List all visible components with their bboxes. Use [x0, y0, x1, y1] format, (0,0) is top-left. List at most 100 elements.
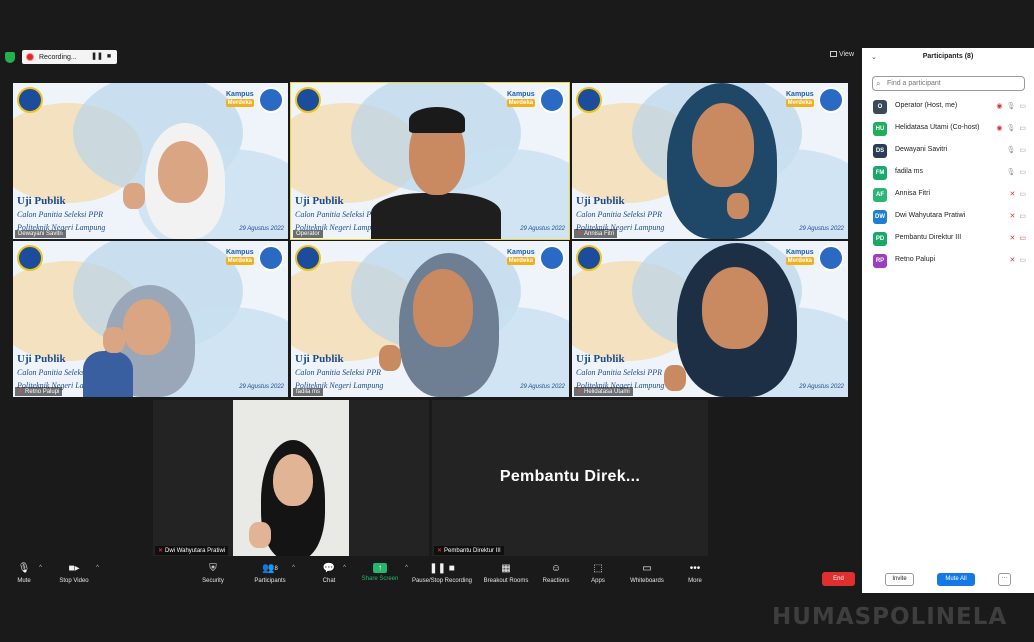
microphone-icon: 🎙: [1006, 125, 1016, 132]
recording-label: Recording...: [39, 53, 77, 61]
participant-name: Helidatasa Utami (Co-host): [895, 124, 980, 131]
mute-all-button[interactable]: Mute All: [937, 573, 975, 586]
participant-name-tag: ✕ Retno Palupi: [15, 387, 63, 396]
shield-icon[interactable]: [5, 52, 15, 63]
participant-row[interactable]: RP Retno Palupi ✕ ▭: [862, 250, 1034, 272]
video-tile[interactable]: Kampus Merdeka Uji Publik Calon Panitia S…: [291, 241, 569, 397]
shield-icon: ⛨: [209, 563, 217, 574]
backdrop-title: Uji Publik: [576, 353, 625, 365]
microphone-icon: 🎙: [17, 563, 31, 574]
avatar: RP: [873, 254, 887, 268]
apps-button[interactable]: ⬚ Apps: [589, 563, 607, 584]
video-camera-icon: ▭: [1019, 103, 1026, 110]
participant-list: O Operator (Host, me) ◉ 🎙 ▭ HU Helidatasa …: [862, 96, 1034, 272]
microphone-icon: 🎙: [1006, 147, 1016, 154]
tut-wuri-logo: [818, 245, 844, 271]
video-tile[interactable]: ✕ Dwi Wahyutara Pratiwi: [153, 400, 429, 556]
backdrop-title: Uji Publik: [295, 353, 344, 365]
pause-stop-recording-button[interactable]: ❚❚ ■ Pause/Stop Recording: [410, 563, 474, 584]
participant-row[interactable]: AF Annisa Fitri ✕ ▭: [862, 184, 1034, 206]
avatar: O: [873, 100, 887, 114]
grid-icon: ▦: [501, 563, 511, 574]
video-tile-active-speaker[interactable]: Kampus Merdeka Uji Publik Calon Panitia S…: [290, 82, 570, 240]
breakout-rooms-button[interactable]: ▦ Breakout Rooms: [482, 563, 530, 584]
tut-wuri-logo: [258, 87, 284, 113]
backdrop-date: 29 Agustus 2022: [520, 384, 565, 390]
video-camera-icon: ▭: [1019, 125, 1026, 132]
participant-name: Operator (Host, me): [895, 102, 958, 109]
backdrop-subtitle: Calon Panitia Seleksi PPR: [576, 368, 662, 377]
polinela-logo: [17, 245, 43, 271]
more-button[interactable]: ••• More: [686, 563, 704, 584]
video-tile[interactable]: Kampus Merdeka Uji Publik Calon Panitia S…: [572, 241, 848, 397]
security-button[interactable]: ⛨ Security: [200, 563, 226, 584]
record-dot-icon: [26, 53, 34, 61]
participant-name-tag: ✕ Helidatasa Utami: [574, 387, 633, 396]
polinela-logo: [295, 245, 321, 271]
video-camera-icon: ▭: [1019, 257, 1026, 264]
chevron-up-icon: ^: [39, 565, 42, 571]
participant-row[interactable]: DS Dewayani Savitri 🎙 ▭: [862, 140, 1034, 162]
participant-row[interactable]: FM fadila ms 🎙 ▭: [862, 162, 1034, 184]
video-tile[interactable]: Kampus Merdeka Uji Publik Calon Panitia S…: [572, 83, 848, 239]
search-icon: ⌕: [876, 79, 881, 88]
whiteboards-button[interactable]: ▭ Whiteboards: [628, 563, 666, 584]
microphone-icon: 🎙: [1006, 169, 1016, 176]
participant-row[interactable]: O Operator (Host, me) ◉ 🎙 ▭: [862, 96, 1034, 118]
participant-row[interactable]: PD Pembantu Direktur III ✕ ▭: [862, 228, 1034, 250]
video-camera-icon: ▭: [1019, 147, 1026, 154]
backdrop-date: 29 Agustus 2022: [799, 226, 844, 232]
reactions-button[interactable]: ☺ Reactions: [541, 563, 571, 584]
mic-muted-icon: ✕: [1009, 235, 1016, 242]
participant-name-tag: ✕ Annisa Fitri: [574, 229, 618, 238]
participants-panel: ⌄ Participants (8) ⌕ Find a participant …: [862, 48, 1034, 593]
mic-muted-icon: ✕: [577, 389, 583, 395]
share-screen-button[interactable]: ↑ Share Screen ^: [360, 563, 408, 582]
backdrop-date: 29 Agustus 2022: [239, 226, 284, 232]
participants-button[interactable]: 👥8 Participants ^: [253, 563, 295, 584]
backdrop-subtitle: Calon Panitia Seleksi PPR: [295, 210, 381, 219]
invite-button[interactable]: Invite: [885, 573, 914, 586]
avatar: FM: [873, 166, 887, 180]
avatar: DW: [873, 210, 887, 224]
view-button[interactable]: View: [829, 51, 854, 58]
whiteboard-icon: ▭: [642, 563, 652, 574]
chevron-up-icon: ^: [343, 565, 346, 571]
view-label: View: [838, 51, 854, 58]
avatar: DS: [873, 144, 887, 158]
tut-wuri-logo: [539, 87, 565, 113]
backdrop-subtitle: Calon Panitia Seleksi PPR: [17, 210, 103, 219]
panel-footer: Invite Mute All ···: [862, 572, 1034, 588]
tut-wuri-logo: [258, 245, 284, 271]
participant-name: Pembantu Direktur III: [895, 234, 962, 241]
video-tile[interactable]: Kampus Merdeka Uji Publik Calon Panitia S…: [13, 83, 288, 239]
participant-name: Retno Palupi: [895, 256, 936, 263]
mic-muted-icon: ✕: [1009, 257, 1016, 264]
participant-name: Annisa Fitri: [895, 190, 931, 197]
participant-name-tag: ✕ Pembantu Direktur III: [434, 546, 504, 555]
share-screen-icon: ↑: [373, 563, 387, 573]
backdrop-subtitle: Calon Panitia Seleksi PPR: [576, 210, 662, 219]
video-tile[interactable]: Kampus Merdeka Uji Publik Calon Panitia S…: [13, 241, 288, 397]
stop-video-button[interactable]: ■▸ Stop Video ^: [57, 563, 99, 584]
mic-muted-icon: ✕: [158, 548, 164, 554]
stop-recording-icon[interactable]: ■: [103, 52, 115, 62]
pause-recording-icon[interactable]: ❚❚: [91, 52, 103, 62]
participant-video: [233, 400, 349, 556]
end-meeting-button[interactable]: End: [822, 572, 855, 586]
more-options-button[interactable]: ···: [998, 573, 1011, 586]
participant-display-name: Pembantu Direk...: [499, 468, 641, 485]
backdrop-title: Uji Publik: [17, 353, 66, 365]
watermark: HUMASPOLINELA: [772, 604, 1008, 630]
mute-button[interactable]: 🎙 Mute ^: [14, 563, 42, 584]
participant-row[interactable]: DW Dwi Wahyutara Pratiwi ✕ ▭: [862, 206, 1034, 228]
chevron-up-icon: ^: [405, 565, 408, 571]
participant-search-input[interactable]: ⌕ Find a participant: [872, 76, 1025, 91]
backdrop-title: Uji Publik: [17, 195, 66, 207]
chat-button[interactable]: 💬 Chat ^: [320, 563, 346, 584]
participant-row[interactable]: HU Helidatasa Utami (Co-host) ◉ 🎙 ▭: [862, 118, 1034, 140]
microphone-icon: 🎙: [1006, 103, 1016, 110]
participant-name-tag: Dewayani Savitri: [15, 230, 66, 238]
kampus-merdeka-logo: Kampus Merdeka: [225, 91, 254, 107]
video-tile-no-video[interactable]: Pembantu Direk... ✕ Pembantu Direktur III: [432, 400, 708, 556]
